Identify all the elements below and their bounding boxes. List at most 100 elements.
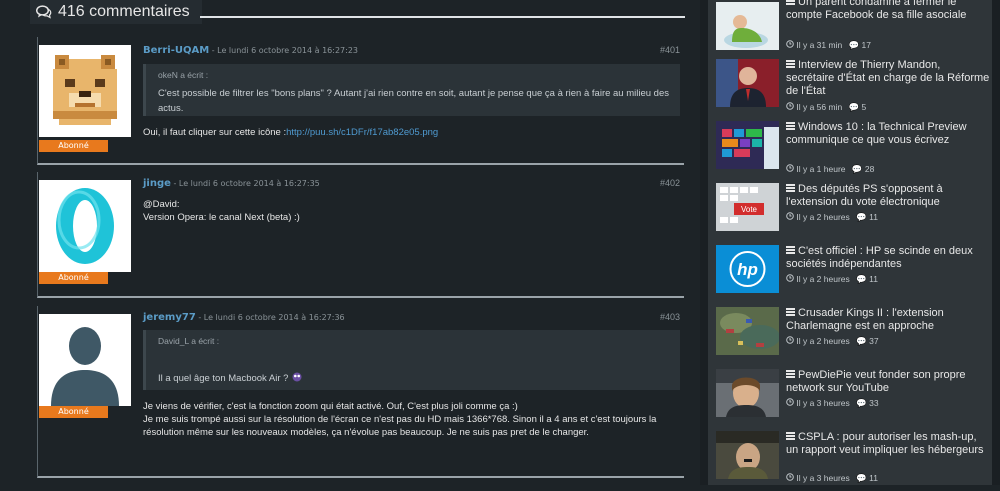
comment-text: Oui, il faut cliquer sur cette icône :ht…	[143, 126, 680, 139]
list-icon	[786, 60, 795, 68]
quote-line: Il a quel âge ton Macbook Air ?	[158, 371, 670, 386]
news-time: Il y a 2 heures	[796, 336, 850, 346]
default-user-avatar[interactable]	[39, 314, 131, 406]
news-item[interactable]: hp C'est officiel : HP se scinde en deux…	[716, 245, 990, 305]
list-icon	[786, 432, 795, 440]
list-icon	[786, 0, 795, 5]
comment-date: - Le lundi 6 octobre 2014 à 16:27:35	[170, 179, 320, 188]
comment-number[interactable]: #401	[660, 45, 680, 55]
news-title-text: Windows 10 : la Technical Preview commun…	[786, 121, 967, 146]
pixel-dog-avatar[interactable]	[39, 45, 131, 137]
news-title[interactable]: PewDiePie veut fonder son propre network…	[786, 369, 990, 395]
news-meta: Il y a 31 min 💬 17	[786, 40, 871, 51]
comments-icon: 💬	[848, 40, 860, 50]
opera-logo-avatar[interactable]	[39, 180, 131, 272]
news-time: Il y a 2 heures	[796, 212, 850, 222]
news-time: Il y a 2 heures	[796, 274, 850, 284]
news-time: Il y a 3 heures	[796, 473, 850, 483]
author-link[interactable]: jinge	[143, 178, 171, 189]
news-thumbnail[interactable]: Vote	[716, 183, 779, 231]
clock-icon	[786, 473, 794, 481]
news-thumbnail[interactable]: hp	[716, 245, 779, 293]
news-item[interactable]: Interview de Thierry Mandon, secrétaire …	[716, 59, 990, 119]
news-item[interactable]: Windows 10 : la Technical Preview commun…	[716, 121, 990, 181]
news-title-text: CSPLA : pour autoriser les mash-up, un r…	[786, 431, 984, 456]
quote-block: okeN a écrit : C'est possible de filtrer…	[143, 64, 680, 116]
author-link[interactable]: Berri-UQAM	[143, 45, 209, 56]
news-item[interactable]: Vote Des députés PS s'opposent à l'exten…	[716, 183, 990, 243]
news-title[interactable]: Un parent condamné à fermer le compte Fa…	[786, 0, 990, 22]
news-thumbnail[interactable]	[716, 431, 779, 479]
news-title-text: Interview de Thierry Mandon, secrétaire …	[786, 59, 990, 97]
comments-icon: 💬	[856, 212, 867, 222]
list-icon	[786, 308, 795, 316]
sidebar: Un parent condamné à fermer le compte Fa…	[700, 0, 1000, 485]
news-meta: Il y a 56 min 💬 5	[786, 102, 866, 113]
news-title-text: Crusader Kings II : l'extension Charlema…	[786, 307, 944, 332]
news-item[interactable]: Crusader Kings II : l'extension Charlema…	[716, 307, 990, 367]
comment-meta: jeremy77 - Le lundi 6 octobre 2014 à 16:…	[143, 312, 680, 323]
hp-logo-label: hp	[737, 260, 758, 279]
comment-body: jeremy77 - Le lundi 6 octobre 2014 à 16:…	[143, 312, 680, 439]
news-comment-count: 28	[864, 164, 875, 174]
comments-icon: 💬	[848, 102, 860, 112]
quote-author: David_L a écrit :	[158, 336, 220, 346]
author-link[interactable]: jeremy77	[143, 312, 196, 323]
news-thumbnail[interactable]	[716, 307, 779, 355]
news-title[interactable]: Des députés PS s'opposent à l'extension …	[786, 183, 990, 209]
quote-text: Il a quel âge ton Macbook Air ?	[158, 373, 289, 384]
news-comment-count: 17	[861, 40, 872, 50]
comments-icon: 💬	[856, 398, 867, 408]
header-divider	[200, 16, 685, 18]
news-title-text: C'est officiel : HP se scinde en deux so…	[786, 245, 973, 270]
subscriber-badge: Abonné	[39, 140, 108, 152]
comment-403: Abonné jeremy77 - Le lundi 6 octobre 201…	[37, 306, 684, 478]
news-meta: Il y a 2 heures 💬 11	[786, 274, 878, 285]
news-comment-count: 37	[869, 336, 879, 346]
comment-number[interactable]: #402	[660, 178, 680, 188]
image-link[interactable]: http://puu.sh/c1DFr/f17ab82e05.png	[286, 127, 438, 138]
news-comment-count: 11	[869, 473, 878, 483]
news-thumbnail[interactable]	[716, 59, 779, 107]
news-title[interactable]: Interview de Thierry Mandon, secrétaire …	[786, 59, 990, 98]
news-thumbnail[interactable]	[716, 369, 779, 417]
news-comment-count: 11	[869, 212, 878, 222]
news-title-text: Un parent condamné à fermer le compte Fa…	[786, 0, 967, 21]
clock-icon	[786, 398, 794, 406]
news-meta: Il y a 3 heures 💬 11	[786, 473, 878, 484]
news-time: Il y a 3 heures	[796, 398, 850, 408]
news-thumbnail[interactable]	[716, 121, 779, 169]
avatar-column	[39, 45, 131, 137]
quote-text: C'est possible de filtrer les "bons plan…	[158, 88, 670, 114]
news-thumbnail[interactable]	[716, 2, 779, 50]
comment-body: jinge - Le lundi 6 octobre 2014 à 16:27:…	[143, 178, 680, 224]
comment-date: - Le lundi 6 octobre 2014 à 16:27:23	[209, 46, 359, 55]
comment-number[interactable]: #403	[660, 312, 680, 322]
comments-section: 416 commentaires Abonné Berri-UQAM - Le …	[0, 0, 700, 485]
news-title[interactable]: C'est officiel : HP se scinde en deux so…	[786, 245, 990, 271]
news-title[interactable]: CSPLA : pour autoriser les mash-up, un r…	[786, 431, 990, 457]
comment-text-line: Je me suis trompé aussi sur la résolutio…	[143, 414, 657, 438]
list-icon	[786, 370, 795, 378]
list-icon	[786, 246, 795, 254]
comments-icon: 💬	[856, 274, 867, 284]
comments-icon: 💬	[856, 336, 867, 346]
avatar-column	[39, 180, 131, 272]
news-title[interactable]: Windows 10 : la Technical Preview commun…	[786, 121, 990, 147]
comment-date: - Le lundi 6 octobre 2014 à 16:27:36	[195, 313, 345, 322]
comments-icon	[36, 5, 52, 19]
clock-icon	[786, 102, 794, 110]
news-title-text: PewDiePie veut fonder son propre network…	[786, 369, 966, 394]
news-title-text: Des députés PS s'opposent à l'extension …	[786, 183, 943, 208]
list-icon	[786, 184, 795, 192]
comments-icon: 💬	[851, 164, 863, 174]
quote-author: okeN a écrit :	[158, 70, 209, 80]
news-item[interactable]: PewDiePie veut fonder son propre network…	[716, 369, 990, 429]
news-item[interactable]: CSPLA : pour autoriser les mash-up, un r…	[716, 431, 990, 491]
news-item[interactable]: Un parent condamné à fermer le compte Fa…	[716, 0, 990, 56]
clock-icon	[786, 164, 794, 172]
list-icon	[786, 122, 795, 130]
news-meta: Il y a 2 heures 💬 11	[786, 212, 878, 223]
clock-icon	[786, 40, 794, 48]
news-title[interactable]: Crusader Kings II : l'extension Charlema…	[786, 307, 990, 333]
